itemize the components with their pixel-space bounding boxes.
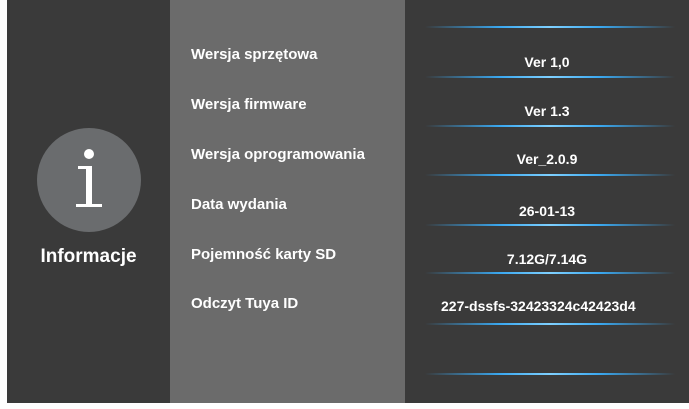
info-icon-circle: [37, 128, 141, 232]
value-tuya-id: 227-dssfs-32423324c42423d4: [441, 298, 636, 314]
divider-line: [425, 373, 675, 375]
info-icon: [76, 149, 102, 207]
label-hardware-version: Wersja sprzętowa: [191, 46, 318, 63]
label-tuya-id: Odczyt Tuya ID: [191, 295, 299, 312]
divider-line: [425, 76, 675, 78]
value-hardware-version: Ver 1,0: [524, 54, 570, 70]
value-release-date: 26-01-13: [518, 203, 576, 219]
divider-line: [425, 224, 675, 226]
label-firmware-version: Wersja firmware: [191, 96, 307, 113]
info-sidebar: Informacje: [7, 0, 170, 403]
label-software-version: Wersja oprogramowania: [191, 146, 365, 163]
labels-column: Wersja sprzętowa Wersja firmware Wersja …: [170, 0, 405, 403]
values-column: Ver 1,0 Ver 1.3 Ver_2.0.9 26-01-13 7.12G…: [405, 0, 689, 403]
panel-title: Informacje: [40, 246, 137, 267]
divider-line: [425, 125, 675, 127]
value-firmware-version: Ver 1.3: [524, 103, 570, 119]
divider-line: [425, 272, 675, 274]
value-sd-card-capacity: 7.12G/7.14G: [506, 251, 588, 267]
info-screen: Informacje Wersja sprzętowa Wersja firmw…: [7, 0, 689, 403]
divider-line: [425, 174, 675, 176]
divider-line: [425, 323, 675, 325]
divider-line: [425, 26, 675, 28]
label-sd-card-capacity: Pojemność karty SD: [191, 246, 337, 263]
value-software-version: Ver_2.0.9: [516, 151, 578, 167]
label-release-date: Data wydania: [191, 196, 287, 213]
